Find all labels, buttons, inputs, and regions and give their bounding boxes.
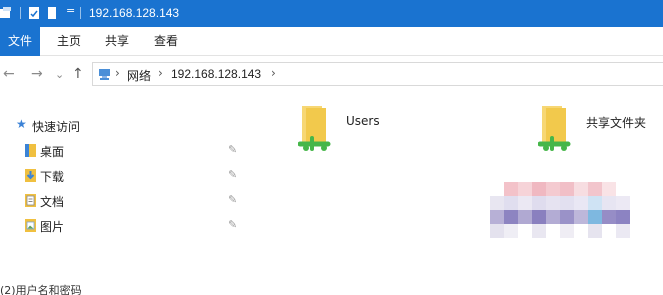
sidebar-item-label: 下载 <box>40 170 65 184</box>
network-share-folder-icon <box>538 106 571 151</box>
tab-home[interactable]: 主页 <box>57 27 81 56</box>
quick-access[interactable]: ★ 快速访问 <box>0 114 246 136</box>
sidebar-item-documents[interactable]: 文档 ✎ <box>0 189 246 211</box>
desktop-folder-icon <box>25 144 36 157</box>
caption-text: (2)用户名和密码 <box>0 284 82 295</box>
star-icon: ★ <box>16 117 27 131</box>
sidebar-item-downloads[interactable]: 下载 ✎ <box>0 164 246 186</box>
sidebar-item-pictures[interactable]: 图片 ✎ <box>0 214 246 236</box>
sidebar-item-label: 桌面 <box>40 145 65 159</box>
share-shared-folder[interactable]: 共享文件夹 <box>538 104 663 160</box>
sidebar-item-label: 图片 <box>40 220 65 234</box>
document-folder-icon <box>25 194 36 207</box>
tab-view[interactable]: 查看 <box>154 27 178 56</box>
navigation-bar: ← → ⌄ ↑ › 网络 › 192.168.128.143 › <box>0 57 663 91</box>
customize-toolbar-icon[interactable]: = <box>66 4 75 17</box>
new-folder-icon[interactable] <box>47 6 57 20</box>
tab-share[interactable]: 共享 <box>105 27 129 56</box>
title-bar: = 192.168.128.143 <box>0 0 663 27</box>
breadcrumb-separator-icon: › <box>115 66 120 80</box>
breadcrumb-separator-icon[interactable]: › <box>271 66 276 80</box>
breadcrumb-host[interactable]: 192.168.128.143 <box>171 67 261 81</box>
breadcrumb-network[interactable]: 网络 <box>127 67 151 84</box>
network-share-folder-icon <box>298 106 331 151</box>
pin-icon[interactable]: ✎ <box>228 218 237 231</box>
network-icon <box>99 69 110 80</box>
up-arrow-icon[interactable]: ↑ <box>72 66 84 82</box>
pin-icon[interactable]: ✎ <box>228 193 237 206</box>
sidebar-item-label: 文档 <box>40 195 65 209</box>
back-arrow-icon[interactable]: ← <box>3 66 15 82</box>
share-label: Users <box>346 114 380 128</box>
download-folder-icon <box>25 169 36 182</box>
share-label: 共享文件夹 <box>586 116 647 130</box>
recent-locations-chevron-icon[interactable]: ⌄ <box>55 67 64 83</box>
address-bar[interactable]: › 网络 › 192.168.128.143 › <box>92 62 663 86</box>
sidebar-item-desktop[interactable]: 桌面 ✎ <box>0 139 246 161</box>
forward-arrow-icon[interactable]: → <box>31 66 43 82</box>
ribbon: 文件 主页 共享 查看 <box>0 27 663 56</box>
tab-file[interactable]: 文件 <box>0 27 40 56</box>
pictures-folder-icon <box>25 219 36 232</box>
properties-icon[interactable] <box>28 6 40 20</box>
quick-access-label: 快速访问 <box>32 120 81 134</box>
explorer-icon <box>0 7 11 18</box>
navigation-pane: ★ 快速访问 桌面 ✎ 下载 ✎ 文档 ✎ 图片 ✎ <box>0 100 246 250</box>
pixelated-watermark <box>488 182 648 238</box>
pin-icon[interactable]: ✎ <box>228 168 237 181</box>
pin-icon[interactable]: ✎ <box>228 143 237 156</box>
share-users[interactable]: Users <box>298 104 418 160</box>
breadcrumb-separator-icon: › <box>158 66 163 80</box>
window-title: 192.168.128.143 <box>89 6 180 20</box>
